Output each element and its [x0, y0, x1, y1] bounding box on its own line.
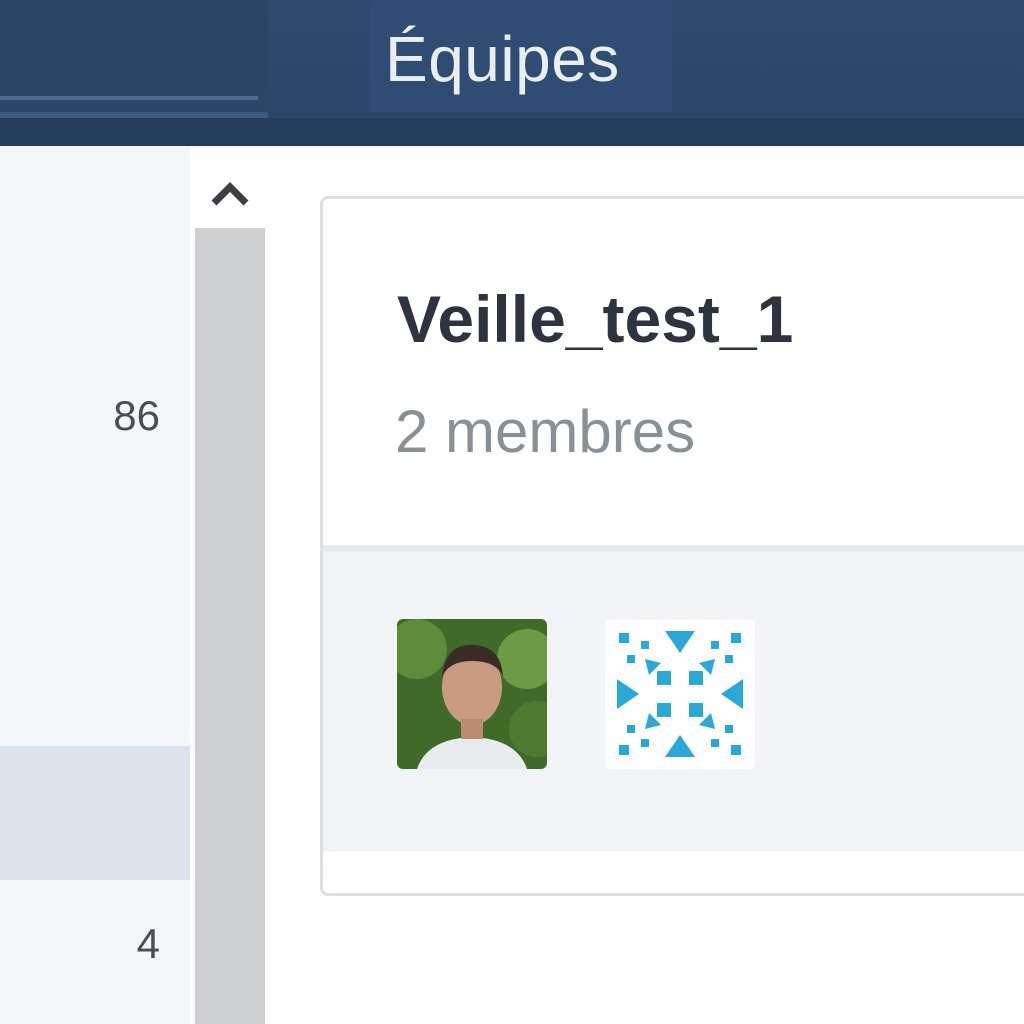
- list-scrollbar[interactable]: [195, 146, 265, 1024]
- photo-avatar-icon[interactable]: [397, 619, 547, 769]
- nav-tab-underline: [0, 96, 258, 100]
- team-list-panel: 86 4: [0, 146, 190, 1024]
- nav-tab-previous[interactable]: [0, 0, 268, 118]
- list-item-count: 4: [136, 920, 160, 967]
- nav-bottom-strip: [0, 118, 1024, 146]
- team-name[interactable]: Veille_test_1: [397, 281, 793, 357]
- scrollbar-thumb[interactable]: [195, 228, 265, 1024]
- list-item-selected[interactable]: [0, 746, 190, 880]
- member-avatars: [323, 551, 1024, 851]
- top-navigation-bar: Équipes: [0, 0, 1024, 146]
- tab-equipes-label: Équipes: [385, 23, 620, 95]
- team-card[interactable]: Veille_test_1 2 membres: [320, 196, 1024, 896]
- identicon-avatar-icon[interactable]: [605, 619, 755, 769]
- scroll-up-icon[interactable]: [195, 164, 265, 224]
- member-count: 2 membres: [395, 398, 696, 465]
- list-item-count: 86: [113, 392, 160, 439]
